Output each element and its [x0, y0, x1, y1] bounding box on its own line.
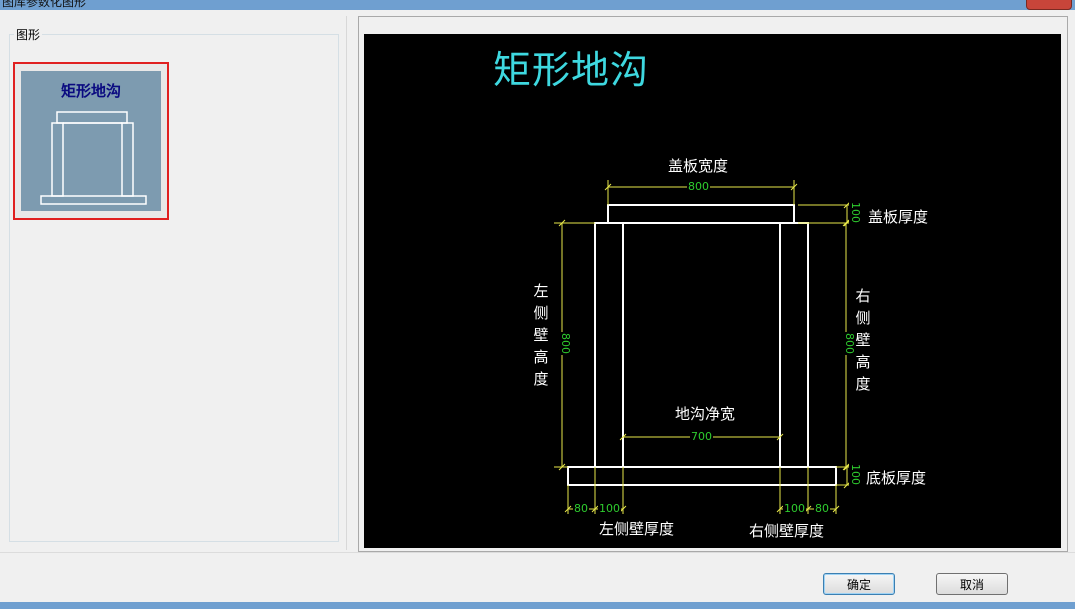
close-button[interactable]	[1026, 0, 1072, 10]
shape-list-panel: 图形 矩形地沟	[0, 16, 347, 550]
dim-bottom-thickness: 100	[849, 463, 862, 486]
dim-clear-width: 700	[690, 430, 713, 443]
dim-right-offset: 80	[814, 502, 830, 515]
shape-thumbnail-rect-trench[interactable]: 矩形地沟	[13, 62, 169, 220]
preview-canvas: 矩形地沟 800 100 800 800 700 100 80 100 100 …	[364, 34, 1061, 548]
thumbnail-drawing	[40, 111, 147, 205]
dim-cover-width: 800	[687, 180, 710, 193]
trench-drawing	[554, 180, 859, 514]
thumbnail-image: 矩形地沟	[21, 71, 161, 211]
ok-button[interactable]: 确定	[823, 573, 895, 595]
dim-left-offset: 80	[573, 502, 589, 515]
dim-left-wall-thickness: 100	[598, 502, 621, 515]
preview-panel: 矩形地沟 800 100 800 800 700 100 80 100 100 …	[358, 16, 1068, 552]
dim-cover-thickness: 100	[849, 201, 862, 224]
label-cover-width: 盖板宽度	[668, 157, 729, 175]
left-wall	[594, 222, 624, 468]
button-bar: 确定 取消	[0, 552, 1075, 603]
label-bottom-thickness: 底板厚度	[866, 469, 927, 487]
right-wall	[779, 222, 809, 468]
label-right-wall-height: 右 侧 壁 高 度	[855, 287, 871, 393]
cover-plate	[607, 204, 795, 224]
cancel-button[interactable]: 取消	[936, 573, 1008, 595]
label-cover-thickness: 盖板厚度	[868, 208, 929, 226]
label-left-wall-height: 左 侧 壁 高 度	[533, 282, 549, 388]
window-bottom-border	[0, 602, 1075, 609]
label-clear-width: 地沟净宽	[675, 405, 736, 423]
window-title: 图库参数化图形	[2, 0, 87, 9]
dim-left-wall-height: 800	[559, 332, 572, 355]
shape-group-label: 图形	[14, 26, 43, 43]
label-right-wall-thickness: 右侧壁厚度	[749, 522, 825, 540]
bottom-plate	[567, 466, 837, 486]
window-titlebar: 图库参数化图形	[0, 0, 1075, 10]
label-left-wall-thickness: 左侧壁厚度	[599, 520, 675, 538]
dim-right-wall-thickness: 100	[783, 502, 806, 515]
